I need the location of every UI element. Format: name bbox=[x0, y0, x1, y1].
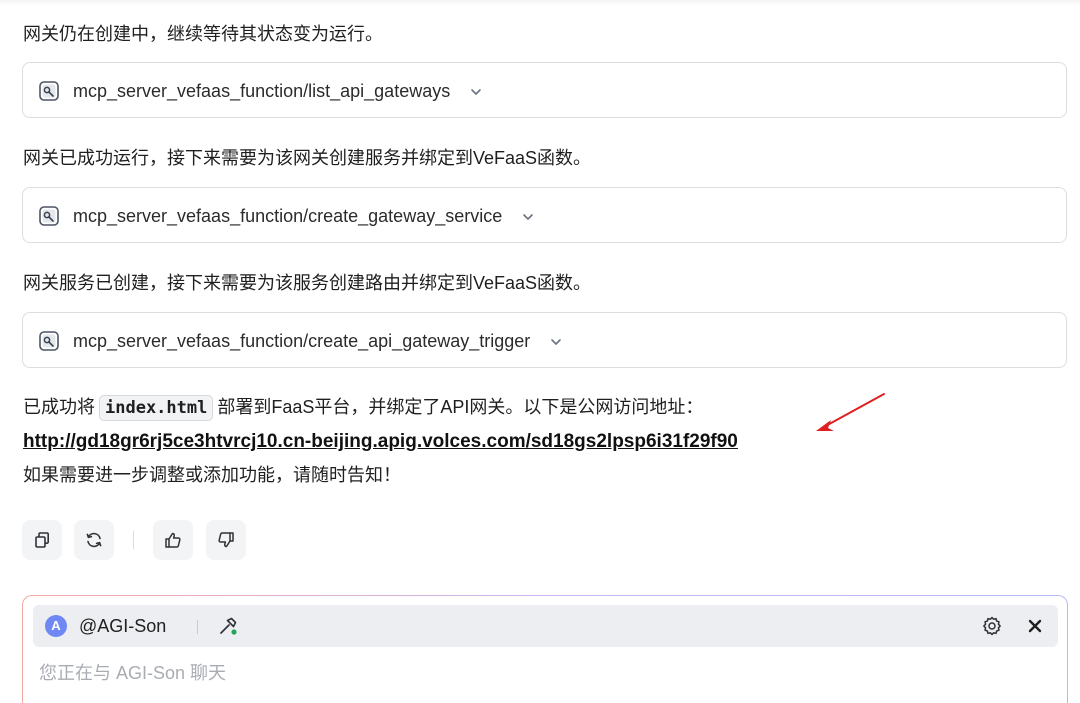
assistant-message-result: 已成功将 index.html 部署到FaaS平台，并绑定了API网关。以下是公网访… bbox=[23, 395, 703, 421]
assistant-message-status: 网关已成功运行，接下来需要为该网关创建服务并绑定到VeFaaS函数。 bbox=[23, 148, 592, 168]
chat-page: 网关仍在创建中，继续等待其状态变为运行。 mcp_server_vefaas_f… bbox=[0, 0, 1080, 703]
tool-icon bbox=[39, 81, 59, 101]
refresh-icon bbox=[86, 532, 102, 548]
tool-call-name: mcp_server_vefaas_function/list_api_gate… bbox=[73, 79, 483, 103]
copy-button[interactable] bbox=[22, 520, 62, 560]
chat-composer: A @AGI-Son bbox=[22, 595, 1068, 703]
regenerate-button[interactable] bbox=[74, 520, 114, 560]
agent-selector-bar: A @AGI-Son bbox=[33, 605, 1058, 647]
tool-icon bbox=[39, 206, 59, 226]
assistant-message-closing: 如果需要进一步调整或添加功能，请随时告知！ bbox=[23, 465, 401, 485]
tool-call-name: mcp_server_vefaas_function/create_gatewa… bbox=[73, 204, 535, 228]
tools-hammer-icon[interactable] bbox=[217, 615, 239, 637]
chat-input[interactable] bbox=[39, 661, 939, 685]
tool-icon bbox=[39, 331, 59, 351]
gear-icon[interactable] bbox=[981, 615, 1003, 637]
tool-call-card[interactable]: mcp_server_vefaas_function/create_api_ga… bbox=[22, 312, 1067, 368]
chevron-down-icon[interactable] bbox=[469, 85, 483, 99]
agent-bar-divider bbox=[197, 620, 198, 634]
tool-call-card[interactable]: mcp_server_vefaas_function/list_api_gate… bbox=[22, 62, 1067, 118]
copy-icon bbox=[35, 532, 49, 548]
tool-call-card[interactable]: mcp_server_vefaas_function/create_gatewa… bbox=[22, 187, 1067, 243]
top-divider bbox=[0, 0, 1080, 6]
assistant-message-status: 网关仍在创建中，继续等待其状态变为运行。 bbox=[23, 24, 383, 44]
annotation-arrow-icon bbox=[816, 393, 885, 431]
tool-call-name: mcp_server_vefaas_function/create_api_ga… bbox=[73, 329, 563, 353]
public-url-link[interactable]: http://gd18gr6rj5ce3htvrcj10.cn-beijing.… bbox=[23, 429, 738, 455]
composer-inner: A @AGI-Son bbox=[23, 596, 1067, 703]
action-divider bbox=[133, 531, 134, 549]
dislike-button[interactable] bbox=[206, 520, 246, 560]
thumbs-up-icon bbox=[165, 532, 181, 548]
result-prefix: 已成功将 bbox=[23, 397, 95, 417]
like-button[interactable] bbox=[153, 520, 193, 560]
thumbs-down-icon bbox=[218, 532, 234, 548]
chevron-down-icon[interactable] bbox=[549, 335, 563, 349]
assistant-message-status: 网关服务已创建，接下来需要为该服务创建路由并绑定到VeFaaS函数。 bbox=[23, 273, 592, 293]
close-icon[interactable] bbox=[1026, 617, 1044, 635]
result-suffix: 部署到FaaS平台，并绑定了API网关。以下是公网访问地址： bbox=[217, 397, 704, 417]
agent-mention[interactable]: @AGI-Son bbox=[79, 615, 166, 637]
chevron-down-icon[interactable] bbox=[521, 210, 535, 224]
agent-avatar: A bbox=[45, 615, 67, 637]
inline-code-filename: index.html bbox=[99, 395, 214, 421]
